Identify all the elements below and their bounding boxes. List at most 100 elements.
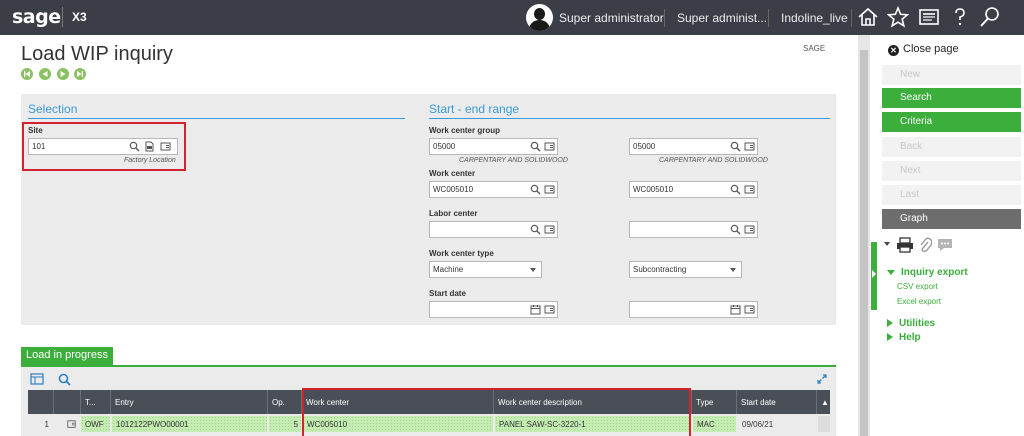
last-button[interactable]: Last: [882, 185, 1021, 205]
column-header-entry[interactable]: Entry: [111, 390, 268, 414]
logo-divider: [62, 7, 63, 27]
search-icon[interactable]: [979, 6, 1001, 28]
magnifier-icon[interactable]: [129, 141, 140, 152]
magnifier-icon[interactable]: [730, 141, 741, 152]
help-icon[interactable]: [949, 6, 971, 28]
column-header-operation[interactable]: Op.: [268, 390, 302, 414]
folder-tag: SAGE: [803, 44, 826, 53]
chevron-down-icon[interactable]: [730, 268, 736, 272]
start-date-to-input[interactable]: [629, 301, 758, 318]
work-center-type-to-select[interactable]: Subcontracting: [629, 261, 742, 278]
labor-center-to-input[interactable]: [629, 221, 758, 238]
folder-name[interactable]: Indoline_live: [781, 11, 848, 25]
detail-icon[interactable]: [744, 304, 755, 315]
detail-icon[interactable]: [544, 184, 555, 195]
next-record-icon[interactable]: [56, 68, 69, 80]
top-divider: [768, 9, 769, 27]
detail-icon[interactable]: [544, 141, 555, 152]
previous-record-icon[interactable]: [38, 68, 51, 80]
expand-icon[interactable]: [817, 374, 827, 384]
start-date-from-input[interactable]: [429, 301, 558, 318]
detail-icon[interactable]: [744, 184, 755, 195]
star-icon[interactable]: [886, 5, 910, 28]
cell-entry[interactable]: 1012122PWO00001: [112, 416, 267, 432]
calendar-icon[interactable]: [730, 304, 741, 315]
work-center-from-input[interactable]: WC005010: [429, 181, 558, 198]
magnifier-icon[interactable]: [730, 184, 741, 195]
page-scrollbar-thumb[interactable]: [860, 50, 868, 436]
column-header-start-date[interactable]: Start date: [737, 390, 817, 414]
search-button[interactable]: Search: [882, 88, 1021, 108]
back-button[interactable]: Back: [882, 137, 1021, 157]
cell-operation[interactable]: 5: [269, 416, 301, 432]
range-divider: [429, 118, 830, 119]
labor-center-label: Labor center: [429, 209, 478, 218]
row-scrollbar[interactable]: [818, 416, 830, 432]
grid-tab-load-in-progress[interactable]: Load in progress: [21, 347, 113, 365]
range-title: Start - end range: [429, 102, 520, 116]
document-icon[interactable]: [144, 141, 155, 152]
top-divider: [664, 9, 665, 27]
cell-type[interactable]: OWF: [81, 416, 110, 432]
magnifier-icon[interactable]: [530, 141, 541, 152]
graph-button[interactable]: Graph: [882, 209, 1021, 229]
work-center-to-input[interactable]: WC005010: [629, 181, 758, 198]
chevron-down-icon[interactable]: [530, 268, 536, 272]
comment-icon[interactable]: [936, 237, 954, 256]
top-divider: [851, 9, 852, 27]
row-detail-icon[interactable]: [62, 416, 76, 432]
site-input[interactable]: 101: [28, 138, 178, 155]
user-role[interactable]: Super administ...: [677, 11, 767, 25]
calendar-icon[interactable]: [530, 304, 541, 315]
next-button[interactable]: Next: [882, 161, 1021, 181]
panel-collapse-handle[interactable]: [871, 242, 877, 310]
work-center-group-to-input[interactable]: 05000: [629, 138, 758, 155]
site-label: Site: [28, 126, 43, 135]
labor-center-from-input[interactable]: [429, 221, 558, 238]
top-bar: sage X3 Super administrator Super admini…: [0, 0, 1024, 35]
detail-icon[interactable]: [744, 141, 755, 152]
first-record-icon[interactable]: [21, 68, 33, 80]
detail-icon[interactable]: [744, 224, 755, 235]
last-record-icon[interactable]: [74, 68, 87, 80]
magnifier-icon[interactable]: [730, 224, 741, 235]
selection-title: Selection: [28, 102, 78, 116]
detail-icon[interactable]: [544, 304, 555, 315]
inquiry-export-section[interactable]: Inquiry export: [887, 267, 968, 278]
csv-export-link[interactable]: CSV export: [897, 282, 938, 291]
column-header-type[interactable]: T...: [81, 390, 111, 414]
work-center-label: Work center: [429, 169, 476, 178]
grid-search-icon[interactable]: [58, 373, 71, 386]
site-description: Factory Location: [124, 157, 176, 164]
grid-options-icon[interactable]: [30, 373, 44, 385]
record-navigation: [21, 68, 89, 83]
work-center-group-from-input[interactable]: 05000: [429, 138, 558, 155]
detail-icon[interactable]: [544, 224, 555, 235]
column-header-type[interactable]: Type: [692, 390, 737, 414]
row-number-header: [28, 390, 54, 414]
magnifier-icon[interactable]: [530, 184, 541, 195]
help-section[interactable]: Help: [887, 332, 921, 343]
user-name[interactable]: Super administrator: [559, 11, 664, 25]
new-button[interactable]: New: [882, 65, 1021, 85]
close-page-link[interactable]: Close page: [903, 43, 959, 55]
scroll-up-icon[interactable]: ▲: [817, 390, 830, 414]
criteria-panel: Selection Start - end range Site 101 Fac…: [21, 94, 836, 325]
cell-work-center-type[interactable]: MAC: [693, 416, 736, 432]
work-center-type-from-select[interactable]: Machine: [429, 261, 542, 278]
excel-export-link[interactable]: Excel export: [897, 297, 941, 306]
utilities-section[interactable]: Utilities: [887, 318, 935, 329]
close-icon[interactable]: ✕: [888, 45, 899, 56]
detail-icon[interactable]: [160, 141, 171, 152]
magnifier-icon[interactable]: [530, 224, 541, 235]
toolbar-menu-icon[interactable]: [884, 242, 890, 246]
user-avatar[interactable]: [526, 4, 553, 31]
print-icon[interactable]: [896, 237, 914, 256]
work-center-group-from-description: CARPENTARY AND SOLIDWOOD: [459, 157, 568, 164]
cell-start-date[interactable]: 09/06/21: [738, 416, 816, 432]
sage-logo[interactable]: sage: [12, 6, 61, 28]
home-icon[interactable]: [857, 6, 879, 28]
attachment-icon[interactable]: [918, 237, 933, 256]
news-icon[interactable]: [918, 6, 940, 28]
criteria-button[interactable]: Criteria: [882, 112, 1021, 132]
